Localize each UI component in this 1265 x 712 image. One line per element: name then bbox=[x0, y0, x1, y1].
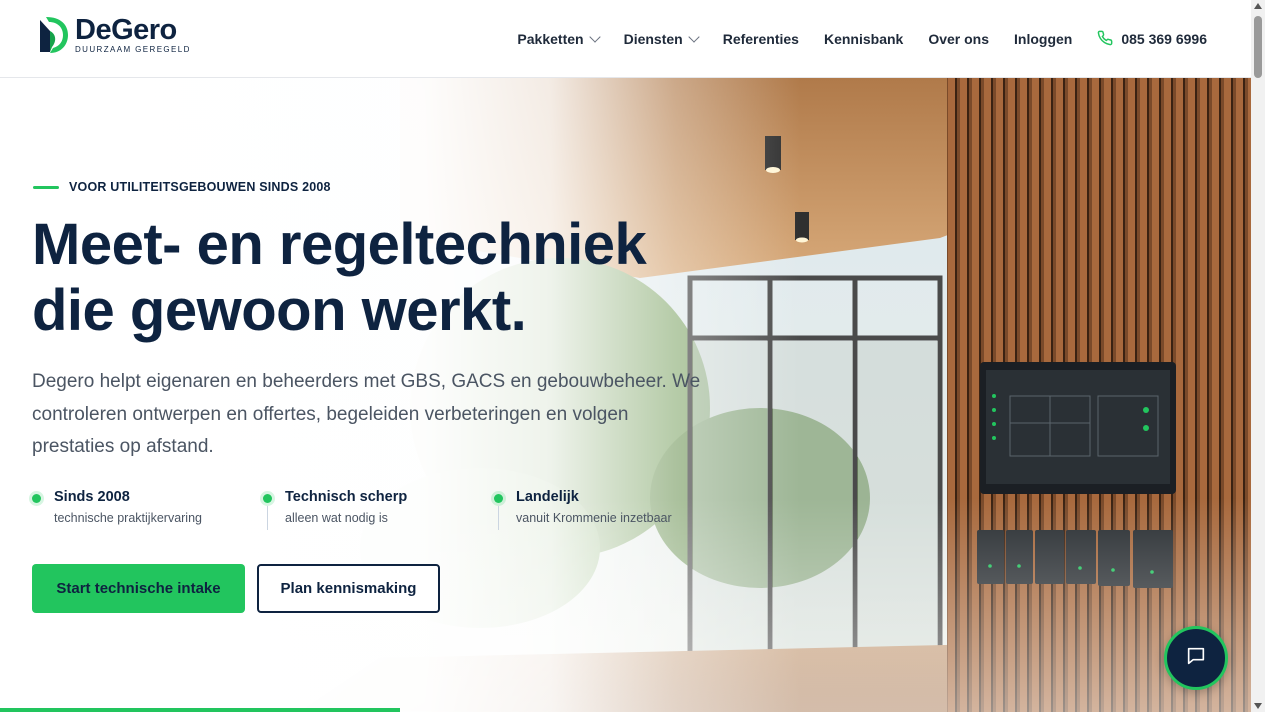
feature-list: Sinds 2008 technische praktijkervaring T… bbox=[32, 488, 725, 530]
plan-kennismaking-button[interactable]: Plan kennismaking bbox=[257, 564, 440, 613]
nav-item-inloggen[interactable]: Inloggen bbox=[1014, 31, 1072, 47]
feature-subtitle: technische praktijkervaring bbox=[54, 511, 202, 525]
logo-tagline: DUURZAAM GEREGELD bbox=[75, 45, 191, 54]
section-progress-bar bbox=[0, 708, 400, 712]
headline-line-1: Meet- en regeltechniek bbox=[32, 212, 647, 277]
hero-headline: Meet- en regeltechniek die gewoon werkt. bbox=[32, 212, 752, 344]
chevron-down-icon bbox=[588, 31, 601, 43]
start-intake-button[interactable]: Start technische intake bbox=[32, 564, 245, 613]
divider bbox=[498, 506, 499, 530]
eyebrow-line bbox=[33, 185, 59, 189]
hero-intro: Degero helpt eigenaren en beheerders met… bbox=[32, 371, 701, 457]
scroll-up-icon[interactable] bbox=[1254, 3, 1262, 9]
site-header: DeGero DUURZAAM GEREGELD Pakketten Diens… bbox=[0, 0, 1251, 78]
main-nav: Pakketten Diensten Referenties Kennisban… bbox=[517, 0, 1207, 78]
page-scrollbar[interactable] bbox=[1251, 0, 1265, 712]
feature-title: Landelijk bbox=[516, 489, 579, 505]
eyebrow-text: VOOR UTILITEITSGEBOUWEN SINDS 2008 bbox=[69, 180, 331, 194]
nav-item-diensten[interactable]: Diensten bbox=[623, 31, 700, 47]
nav-item-label: Inloggen bbox=[1014, 31, 1073, 47]
feature-subtitle: alleen wat nodig is bbox=[285, 511, 388, 525]
nav-item-pakketten[interactable]: Pakketten bbox=[517, 31, 601, 47]
nav-item-referenties[interactable]: Referenties bbox=[723, 31, 799, 47]
divider bbox=[267, 506, 268, 530]
scrollbar-thumb[interactable] bbox=[1254, 16, 1262, 78]
feature-item: Technisch scherp alleen wat nodig is bbox=[263, 488, 494, 530]
phone-link[interactable]: 085 369 6996 bbox=[1097, 30, 1207, 49]
feature-subtitle: vanuit Krommenie inzetbaar bbox=[516, 511, 672, 525]
nav-item-over-ons[interactable]: Over ons bbox=[928, 31, 989, 47]
green-dot-icon bbox=[263, 494, 272, 503]
chevron-down-icon bbox=[688, 31, 700, 43]
nav-item-label: Kennisbank bbox=[823, 31, 904, 47]
chat-button[interactable] bbox=[1164, 626, 1228, 690]
green-dot-icon bbox=[494, 494, 503, 503]
chat-bubble-icon bbox=[1185, 645, 1207, 672]
logo-name: DeGero bbox=[75, 14, 177, 46]
green-dot-icon bbox=[32, 494, 41, 503]
phone-icon bbox=[1097, 30, 1113, 49]
hero-eyebrow: VOOR UTILITEITSGEBOUWEN SINDS 2008 bbox=[33, 180, 331, 194]
nav-item-label: Pakketten bbox=[517, 31, 584, 47]
feature-title: Technisch scherp bbox=[285, 489, 408, 505]
headline-line-2: die gewoon werkt. bbox=[32, 278, 527, 343]
phone-number: 085 369 6996 bbox=[1121, 31, 1207, 47]
nav-item-label: Diensten bbox=[623, 31, 683, 47]
nav-item-kennisbank[interactable]: Kennisbank bbox=[824, 31, 903, 47]
feature-item: Landelijk vanuit Krommenie inzetbaar bbox=[494, 488, 725, 530]
logo-mark-icon bbox=[37, 15, 69, 55]
logo[interactable]: DeGero DUURZAAM GEREGELD bbox=[37, 15, 191, 55]
scroll-down-icon[interactable] bbox=[1254, 703, 1262, 709]
feature-title: Sinds 2008 bbox=[54, 489, 130, 505]
nav-item-label: Over ons bbox=[928, 31, 990, 47]
nav-item-label: Referenties bbox=[722, 31, 799, 47]
hero-section: VOOR UTILITEITSGEBOUWEN SINDS 2008 Meet-… bbox=[0, 78, 1251, 712]
feature-item: Sinds 2008 technische praktijkervaring bbox=[32, 488, 263, 525]
